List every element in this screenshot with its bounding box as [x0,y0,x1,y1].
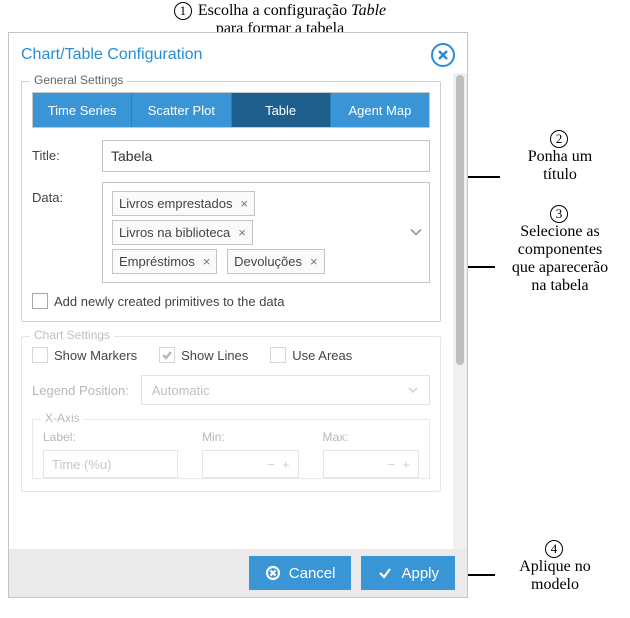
x-axis-min-input: − + [202,450,298,478]
tab-time-series[interactable]: Time Series [33,93,132,127]
show-lines-label: Show Lines [181,348,248,363]
remove-tag-icon[interactable]: × [238,225,246,240]
annotation-3-l3: que aparecerão [512,259,608,276]
annotation-3-l2: componentes [518,241,602,258]
show-lines-option: Show Lines [159,347,248,363]
add-primitives-checkbox[interactable] [32,293,48,309]
scrollbar-thumb[interactable] [456,75,464,365]
number-3-badge: 3 [550,205,568,223]
number-4-badge: 4 [545,540,563,558]
x-axis-max-input: − + [323,450,419,478]
spinner-icon: − + [388,457,410,472]
tab-agent-map[interactable]: Agent Map [331,93,429,127]
remove-tag-icon[interactable]: × [310,254,318,269]
x-axis-max-label: Max: [323,430,419,444]
annotation-1-pre: Escolha a configuração [198,2,347,19]
data-tags-box[interactable]: Livros emprestados × Livros na biblioteca… [102,182,430,283]
annotation-2-l1: Ponha um [528,148,592,165]
annotation-4-l2: modelo [531,576,579,593]
use-areas-option: Use Areas [270,347,352,363]
tag-livros-biblioteca[interactable]: Livros na biblioteca × [112,220,253,245]
tag-label: Livros emprestados [119,196,232,211]
data-row: Data: Livros emprestados × Livros na bibl… [32,182,430,283]
cancel-label: Cancel [289,565,336,582]
data-label: Data: [32,182,102,205]
legend-position-select: Automatic [141,375,430,405]
cancel-icon [265,565,281,581]
annotation-3-l4: na tabela [531,277,588,294]
config-dialog: Chart/Table Configuration General Settin… [8,32,468,598]
title-input[interactable] [102,140,430,172]
chart-settings-fieldset: Chart Settings Show Markers Show Lines U… [21,336,441,492]
tag-label: Empréstimos [119,254,195,269]
general-settings-legend: General Settings [30,73,127,87]
legend-position-label: Legend Position: [32,383,129,398]
dialog-content: General Settings Time Series Scatter Plo… [9,73,453,549]
tag-devolucoes[interactable]: Devoluções × [227,249,325,274]
title-label: Title: [32,140,102,163]
show-lines-checkbox [159,347,175,363]
show-markers-label: Show Markers [54,348,137,363]
dialog-footer: Cancel Apply [9,549,467,597]
number-2-badge: 2 [550,130,568,148]
chevron-down-icon[interactable] [409,225,423,240]
tag-label: Livros na biblioteca [119,225,230,240]
dialog-title: Chart/Table Configuration [21,46,202,64]
add-primitives-row[interactable]: Add newly created primitives to the data [32,293,430,309]
check-icon [377,565,393,581]
title-row: Title: [32,140,430,172]
legend-position-row: Legend Position: Automatic [32,375,430,405]
chart-options-row: Show Markers Show Lines Use Areas [32,347,430,363]
x-axis-min-label: Min: [202,430,298,444]
general-settings-fieldset: General Settings Time Series Scatter Plo… [21,81,441,322]
annotation-2-l2: título [543,166,577,183]
annotation-3: 3 Selecione as componentes que aparecerã… [490,205,630,295]
tag-label: Devoluções [234,254,302,269]
x-axis-box: X-Axis Label: Time (%u) Min: − + Max: − [32,419,430,479]
annotation-2: 2 Ponha um título [500,130,620,184]
cancel-button[interactable]: Cancel [249,556,352,590]
spinner-icon: − + [267,457,289,472]
annotation-1-em: Table [351,2,386,19]
add-primitives-label: Add newly created primitives to the data [54,294,285,309]
remove-tag-icon[interactable]: × [203,254,211,269]
x-axis-label-label: Label: [43,430,178,444]
number-1-badge: 1 [174,2,192,20]
use-areas-checkbox [270,347,286,363]
close-button[interactable] [431,43,455,67]
scrollbar[interactable] [453,73,467,549]
show-markers-checkbox [32,347,48,363]
x-axis-label-value: Time (%u) [52,457,111,472]
annotation-4-l1: Aplique no [519,558,591,575]
chevron-down-icon [407,386,419,394]
dialog-body: General Settings Time Series Scatter Plo… [9,73,467,549]
tag-emprestimos[interactable]: Empréstimos × [112,249,217,274]
show-markers-option: Show Markers [32,347,137,363]
display-type-tabs: Time Series Scatter Plot Table Agent Map [32,92,430,128]
tab-scatter-plot[interactable]: Scatter Plot [132,93,231,127]
tag-livros-emprestados[interactable]: Livros emprestados × [112,191,255,216]
legend-position-value: Automatic [152,383,210,398]
use-areas-label: Use Areas [292,348,352,363]
remove-tag-icon[interactable]: × [240,196,248,211]
tab-table[interactable]: Table [232,93,331,127]
apply-button[interactable]: Apply [361,556,455,590]
apply-label: Apply [401,565,439,582]
chart-settings-legend: Chart Settings [30,328,114,342]
annotation-4: 4 Aplique no modelo [490,540,620,594]
x-axis-legend: X-Axis [41,411,84,425]
close-icon [437,49,449,61]
dialog-header: Chart/Table Configuration [9,33,467,73]
x-axis-label-input: Time (%u) [43,450,178,478]
annotation-3-l1: Selecione as [520,223,600,240]
